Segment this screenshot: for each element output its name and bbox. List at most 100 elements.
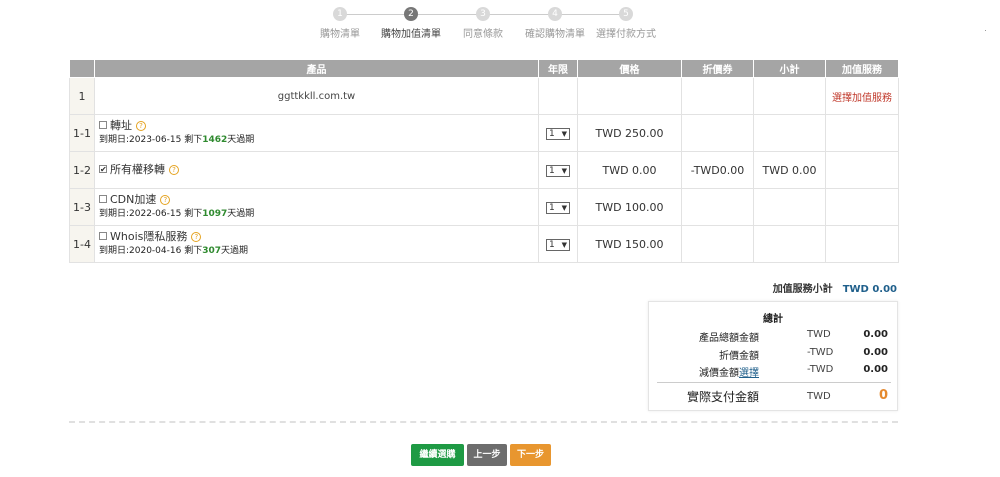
header-product: 產品 bbox=[94, 59, 539, 78]
step-4-number: 4 bbox=[548, 7, 562, 21]
help-icon[interactable]: ? bbox=[191, 232, 202, 242]
empty-cell bbox=[825, 151, 899, 189]
price-cell: TWD 250.00 bbox=[577, 114, 682, 152]
addon-name: Whois隱私服務 bbox=[110, 230, 188, 243]
years-value: 1 bbox=[549, 203, 555, 213]
summary-amount: 0.00 bbox=[863, 329, 888, 340]
previous-step-button[interactable]: 上一步 bbox=[467, 444, 507, 466]
expiry-prefix: 到期日:2020-04-16 剩下 bbox=[99, 246, 203, 256]
addon-name: 轉址 bbox=[110, 119, 132, 132]
expiry-days: 1462 bbox=[202, 135, 228, 145]
subtotal-cell: TWD 0.00 bbox=[753, 151, 826, 189]
expiry-days: 1097 bbox=[202, 209, 228, 219]
step-3-label: 同意條款 bbox=[463, 29, 503, 40]
product-cell: CDN加速? 到期日:2022-06-15 剩下1097天過期 bbox=[94, 188, 539, 226]
addon-checkbox[interactable] bbox=[99, 195, 107, 203]
price-cell: TWD 0.00 bbox=[577, 151, 682, 189]
summary-currency: -TWD bbox=[807, 364, 834, 375]
table-row: 1-2 ✔ 所有權移轉? 1 ▼ TWD 0.00 -TWD0.00 TWD 0.0… bbox=[69, 151, 899, 189]
coupon-cell: -TWD0.00 bbox=[681, 151, 754, 189]
help-icon[interactable]: ? bbox=[136, 121, 146, 131]
summary-currency: -TWD bbox=[807, 347, 834, 358]
service-cell: 選擇加值服務 bbox=[825, 77, 899, 115]
header-coupon: 折價券 bbox=[681, 59, 754, 78]
summary-row-product-total: 產品總額金額 TWD 0.00 bbox=[649, 329, 899, 344]
chevron-down-icon: ▼ bbox=[561, 241, 567, 249]
years-select[interactable]: 1 ▼ bbox=[546, 165, 570, 177]
addon-subtotal-label: 加值服務小計 bbox=[772, 284, 833, 295]
summary-row-reduction: 減價金額選擇 -TWD 0.00 bbox=[649, 364, 899, 379]
years-select[interactable]: 1 ▼ bbox=[546, 202, 570, 214]
chevron-down-icon: ▼ bbox=[561, 204, 567, 212]
step-5-number: 5 bbox=[619, 7, 633, 21]
product-cell: ✔ 所有權移轉? bbox=[94, 151, 539, 189]
table-row-domain: 1 ggttkkll.com.tw 選擇加值服務 bbox=[69, 77, 899, 115]
help-icon[interactable]: ? bbox=[160, 195, 171, 205]
years-cell: 1 ▼ bbox=[538, 225, 578, 263]
years-select[interactable]: 1 ▼ bbox=[546, 128, 570, 140]
summary-label: 產品總額金額 bbox=[699, 333, 759, 344]
addon-checkbox[interactable]: ✔ bbox=[99, 165, 107, 174]
empty-cell bbox=[681, 77, 754, 115]
select-service-link[interactable]: 選擇加值服務 bbox=[832, 93, 892, 104]
price-cell: TWD 100.00 bbox=[577, 188, 682, 226]
years-value: 1 bbox=[549, 129, 555, 139]
years-value: 1 bbox=[549, 240, 555, 250]
domain-name: ggttkkll.com.tw bbox=[94, 77, 539, 115]
order-summary: 總計 產品總額金額 TWD 0.00 折價金額 -TWD 0.00 減價金額選擇… bbox=[648, 301, 898, 411]
expiry-text: 到期日:2023-06-15 剩下1462天過期 bbox=[99, 133, 534, 147]
header-years: 年限 bbox=[538, 59, 578, 78]
subtotal-cell bbox=[753, 114, 826, 152]
step-1-number: 1 bbox=[333, 7, 347, 21]
step-4: 4 確認購物清單 bbox=[519, 7, 591, 40]
table-header-row: 產品 年限 價格 折價券 小計 加值服務 bbox=[69, 59, 899, 78]
step-2-label: 購物加值清單 bbox=[381, 29, 441, 40]
summary-label: 減價金額 bbox=[699, 368, 739, 379]
empty-cell bbox=[577, 77, 682, 115]
header-subtotal: 小計 bbox=[753, 59, 826, 78]
row-number: 1-4 bbox=[69, 225, 95, 263]
expiry-days: 307 bbox=[202, 246, 221, 256]
years-select[interactable]: 1 ▼ bbox=[546, 239, 570, 251]
addon-checkbox[interactable] bbox=[99, 121, 107, 129]
final-label: 實際支付金額 bbox=[686, 390, 759, 404]
expiry-suffix: 天過期 bbox=[227, 135, 255, 145]
summary-row-discount: 折價金額 -TWD 0.00 bbox=[649, 347, 899, 362]
step-5-label: 選擇付款方式 bbox=[596, 29, 656, 40]
summary-divider bbox=[657, 382, 891, 383]
step-1-label: 購物清單 bbox=[320, 29, 360, 40]
summary-final-row: 實際支付金額 TWD 0 bbox=[649, 388, 899, 406]
summary-label-wrap: 減價金額選擇 bbox=[699, 364, 759, 379]
empty-cell bbox=[825, 188, 899, 226]
row-number: 1 bbox=[69, 77, 95, 115]
checkout-stepper: 1 購物清單 2 購物加值清單 3 同意條款 4 確認購物清單 5 選擇付款方式 bbox=[310, 7, 670, 41]
header-price: 價格 bbox=[577, 59, 682, 78]
action-buttons: 繼續選購 上一步 下一步 bbox=[411, 444, 554, 466]
summary-title: 總計 bbox=[763, 314, 783, 325]
empty-cell bbox=[753, 77, 826, 115]
help-icon[interactable]: ? bbox=[169, 165, 179, 175]
chevron-down-icon: ▼ bbox=[561, 130, 567, 138]
coupon-cell bbox=[681, 114, 754, 152]
step-5: 5 選擇付款方式 bbox=[590, 7, 662, 40]
addon-name: CDN加速 bbox=[110, 193, 157, 206]
addon-checkbox[interactable] bbox=[99, 232, 107, 240]
addon-table: 產品 年限 價格 折價券 小計 加值服務 1 ggttkkll.com.tw 選… bbox=[69, 59, 899, 263]
table-row: 1-1 轉址? 到期日:2023-06-15 剩下1462天過期 1 ▼ TWD … bbox=[69, 114, 899, 152]
continue-shopping-button[interactable]: 繼續選購 bbox=[411, 444, 464, 466]
empty-cell bbox=[825, 225, 899, 263]
price-cell: TWD 150.00 bbox=[577, 225, 682, 263]
product-cell: 轉址? 到期日:2023-06-15 剩下1462天過期 bbox=[94, 114, 539, 152]
select-reduction-link[interactable]: 選擇 bbox=[739, 368, 759, 379]
next-step-button[interactable]: 下一步 bbox=[510, 444, 551, 466]
expiry-prefix: 到期日:2023-06-15 剩下 bbox=[99, 135, 203, 145]
stray-dot bbox=[985, 30, 986, 31]
coupon-cell bbox=[681, 188, 754, 226]
addon-name: 所有權移轉 bbox=[110, 163, 165, 176]
empty-cell bbox=[825, 114, 899, 152]
expiry-suffix: 天過期 bbox=[221, 246, 249, 256]
expiry-suffix: 天過期 bbox=[227, 209, 255, 219]
step-2: 2 購物加值清單 bbox=[375, 7, 447, 40]
final-currency: TWD bbox=[807, 391, 831, 402]
dashed-divider bbox=[69, 421, 898, 423]
